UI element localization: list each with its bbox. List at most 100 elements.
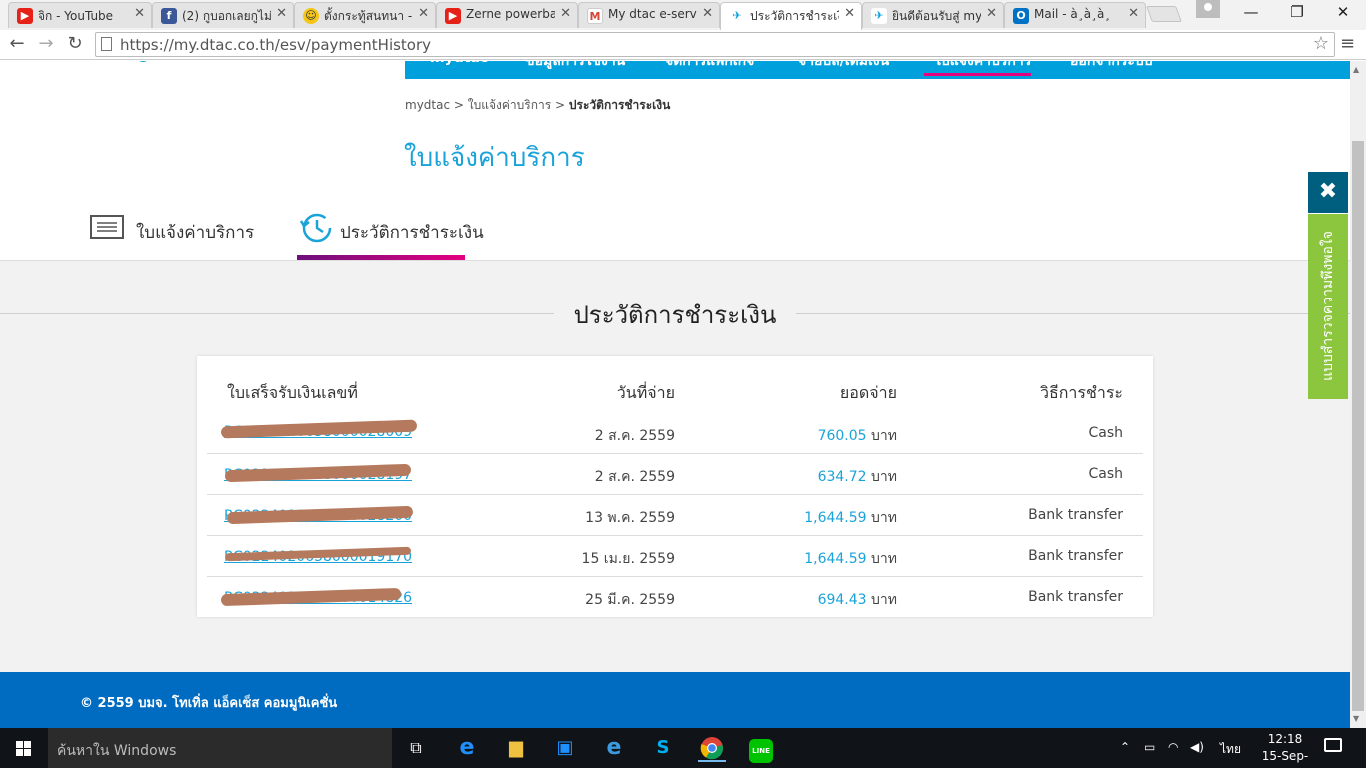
breadcrumb-separator: >: [555, 98, 566, 112]
browser-tab[interactable]: M My dtac e-servic ✕: [578, 2, 720, 28]
internet-explorer-icon[interactable]: e: [600, 734, 628, 762]
maximize-icon[interactable]: ❐: [1274, 0, 1320, 28]
page-footer: © 2559 บมจ. โทเทิ่ล แอ็คเซ็ส คอมมูนิเคชั…: [0, 672, 1350, 728]
browser-tab[interactable]: ☺ ตั้งกระทู้สนทนา - P ✕: [294, 2, 436, 28]
tab-close-icon[interactable]: ✕: [1128, 6, 1139, 21]
bookmark-star-icon[interactable]: ☆: [1313, 33, 1329, 54]
nav-item-package[interactable]: จัดการแพ็กเกจ: [665, 61, 754, 72]
edge-icon[interactable]: e: [453, 734, 481, 762]
tab-title: Zerne powerban: [466, 7, 555, 21]
tab-close-icon[interactable]: ✕: [844, 6, 855, 21]
pantip-icon: ☺: [303, 8, 319, 24]
line-icon[interactable]: LINE: [747, 734, 775, 763]
tab-payment-history[interactable]: ประวัติการชำระเงิน: [297, 209, 484, 259]
tab-title: Mail - à¸à¸à¸: [1034, 7, 1111, 21]
breadcrumb-home[interactable]: mydtac: [405, 98, 450, 112]
nav-item-bills[interactable]: ใบแจ้งค่าบริการ: [934, 61, 1031, 72]
start-button[interactable]: [0, 728, 48, 768]
section-title-text: ประวัติการชำระเงิน: [553, 301, 797, 329]
chrome-icon[interactable]: [698, 734, 726, 762]
payment-date: 15 เม.ย. 2559: [581, 551, 675, 567]
amount-value: 1,644.59: [804, 510, 867, 526]
payment-date: 2 ส.ค. 2559: [594, 469, 675, 485]
browser-tab[interactable]: O Mail - à¸à¸à¸ ✕: [1004, 2, 1146, 28]
table-row: RC0224030658000014826 25 มี.ค. 2559 694.…: [207, 577, 1143, 618]
file-explorer-icon[interactable]: ▆: [502, 734, 530, 762]
browser-tab-active[interactable]: ✈ ประวัติการชำระเงิน ✕: [720, 2, 862, 30]
tab-title: จิก - YouTube: [38, 9, 114, 23]
payment-amount: 760.05 บาท: [818, 425, 897, 447]
nav-item-mydtac[interactable]: mydtac: [430, 61, 488, 66]
tab-close-icon[interactable]: ✕: [276, 6, 287, 21]
tab-close-icon[interactable]: ✕: [560, 6, 571, 21]
address-bar[interactable]: https://my.dtac.co.th/esv/paymentHistory…: [95, 32, 1335, 57]
payment-amount: 1,644.59 บาท: [804, 548, 897, 570]
payment-method: Bank transfer: [1028, 507, 1123, 523]
show-hidden-icons-icon[interactable]: ⌃: [1120, 740, 1130, 754]
table-row: RC0224010658000028200 13 พ.ค. 2559 1,644…: [207, 495, 1143, 536]
minimize-icon[interactable]: —: [1228, 0, 1274, 28]
wifi-icon[interactable]: ◠: [1168, 740, 1178, 754]
browser-tab[interactable]: ✈ ยินดีต้อนรับสู่ mydt ✕: [862, 2, 1004, 28]
profile-icon[interactable]: [1196, 0, 1220, 18]
input-language[interactable]: ไทย: [1220, 740, 1241, 759]
header-amount: ยอดจ่าย: [839, 383, 897, 402]
new-tab-button[interactable]: [1146, 6, 1182, 22]
store-icon[interactable]: ▣: [551, 734, 579, 762]
reload-icon[interactable]: ↻: [63, 33, 87, 54]
currency-unit: บาท: [871, 428, 897, 444]
table-header: ใบเสร็จรับเงินเลขที่ วันที่จ่าย ยอดจ่าย …: [197, 381, 1153, 405]
scrollbar-thumb[interactable]: [1352, 141, 1364, 711]
table-row: RC0220240658000028197 2 ส.ค. 2559 634.72…: [207, 454, 1143, 495]
chrome-menu-icon[interactable]: ≡: [1340, 33, 1355, 54]
main-nav: mydtac ข้อมูลการใช้งาน จัดการแพ็กเกจ จ่า…: [405, 61, 1350, 79]
survey-label: แบบสำรวจความพึงพอใจ: [1320, 231, 1336, 381]
browser-tab-strip: ▶ จิก - YouTube ✕ f (2) กูบอกเลยกูไม่ได้…: [0, 0, 1366, 30]
tab-close-icon[interactable]: ✕: [702, 6, 713, 21]
nav-item-payment[interactable]: จ่ายบิล/เติมเงิน: [798, 61, 889, 72]
nav-active-indicator: [924, 73, 1031, 76]
browser-toolbar: ← → ↻ https://my.dtac.co.th/esv/paymentH…: [0, 30, 1366, 60]
dtac-logo: [136, 61, 150, 62]
skype-icon[interactable]: S: [649, 734, 677, 762]
notification-center-icon[interactable]: [1324, 738, 1342, 752]
taskbar-search[interactable]: ค้นหาใน Windows: [48, 728, 392, 768]
survey-tab[interactable]: แบบสำรวจความพึงพอใจ: [1308, 214, 1348, 399]
browser-tab[interactable]: ▶ จิก - YouTube ✕: [8, 2, 152, 28]
back-icon[interactable]: ←: [5, 33, 29, 54]
document-icon: [90, 215, 124, 239]
breadcrumb-parent[interactable]: ใบแจ้งค่าบริการ: [468, 98, 551, 112]
tab-close-icon[interactable]: ✕: [134, 6, 145, 21]
page-scrollbar[interactable]: ▲ ▼: [1350, 61, 1366, 728]
scroll-up-icon[interactable]: ▲: [1353, 65, 1359, 74]
table-row: RC0224020658000019170 15 เม.ย. 2559 1,64…: [207, 536, 1143, 577]
tab-bills-label: ใบแจ้งค่าบริการ: [136, 223, 255, 243]
tab-active-indicator: [297, 255, 465, 260]
amount-value: 1,644.59: [804, 551, 867, 567]
table-row: RC0220240658000028009 2 ส.ค. 2559 760.05…: [207, 413, 1143, 454]
scroll-down-icon[interactable]: ▼: [1353, 714, 1359, 723]
currency-unit: บาท: [871, 510, 897, 526]
header-date: วันที่จ่าย: [616, 383, 675, 402]
payment-date: 2 ส.ค. 2559: [594, 428, 675, 444]
header-receipt: ใบเสร็จรับเงินเลขที่: [227, 383, 358, 402]
survey-widget: ✖ แบบสำรวจความพึงพอใจ: [1308, 172, 1348, 399]
facebook-icon: f: [161, 8, 177, 24]
close-window-icon[interactable]: ✕: [1320, 0, 1366, 28]
survey-close-button[interactable]: ✖: [1308, 172, 1348, 213]
forward-icon[interactable]: →: [34, 33, 58, 54]
chrome-logo: [700, 737, 724, 760]
tab-bills[interactable]: ใบแจ้งค่าบริการ: [90, 209, 260, 259]
browser-tab[interactable]: ▶ Zerne powerban ✕: [436, 2, 578, 28]
nav-item-logout[interactable]: ออกจากระบบ: [1070, 61, 1153, 72]
task-view-icon[interactable]: ⧉: [402, 734, 430, 762]
currency-unit: บาท: [871, 592, 897, 608]
page-icon: [101, 37, 112, 51]
system-clock[interactable]: 12:18 15-Sep-16: [1255, 731, 1315, 782]
browser-tab[interactable]: f (2) กูบอกเลยกูไม่ได้ล... ✕: [152, 2, 294, 28]
tab-close-icon[interactable]: ✕: [986, 6, 997, 21]
tab-close-icon[interactable]: ✕: [418, 6, 429, 21]
volume-icon[interactable]: ◀): [1190, 740, 1204, 754]
nav-item-usage[interactable]: ข้อมูลการใช้งาน: [525, 61, 625, 72]
battery-icon[interactable]: ▭: [1144, 740, 1155, 754]
